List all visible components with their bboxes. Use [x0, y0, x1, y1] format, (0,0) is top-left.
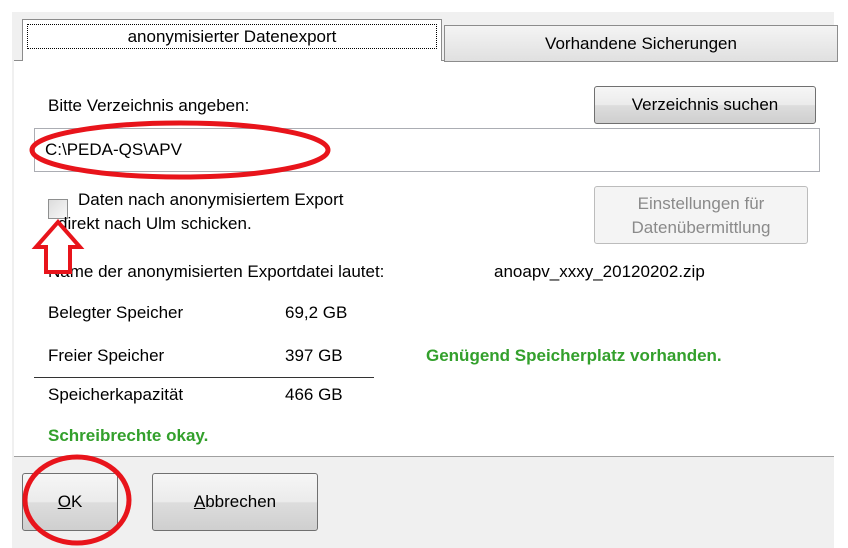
transfer-settings-button-line2: Datenübermittlung: [631, 218, 771, 237]
capacity-value: 466 GB: [285, 385, 343, 404]
free-storage-label: Freier Speicher: [48, 346, 165, 365]
write-permission-status: Schreibrechte okay.: [48, 426, 209, 445]
storage-divider: [34, 377, 374, 378]
transfer-settings-button-line1: Einstellungen für: [637, 194, 765, 213]
tab-existing-backups[interactable]: Vorhandene Sicherungen: [444, 25, 838, 62]
send-option-label-line2: direkt nach Ulm schicken.: [58, 214, 252, 233]
free-storage-status: Genügend Speicherplatz vorhanden.: [426, 346, 722, 365]
window-frame-right: [834, 0, 848, 548]
capacity-label: Speicherkapazität: [48, 385, 184, 404]
window-frame-left: [0, 0, 12, 548]
used-storage-value: 69,2 GB: [285, 303, 348, 322]
window-frame-top: [0, 0, 848, 12]
cancel-button-mnemonic: A: [193, 492, 206, 511]
tab-anonymized-export-label: anonymisierter Datenexport: [27, 24, 437, 49]
directory-path-value: C:\PEDA-QS\APV: [45, 140, 182, 159]
tab-existing-backups-label: Vorhandene Sicherungen: [545, 34, 737, 53]
footer-separator: [14, 456, 834, 457]
cancel-button-label: bbrechen: [205, 492, 277, 511]
browse-directory-button-label: Verzeichnis suchen: [631, 95, 779, 114]
ok-button[interactable]: OK: [22, 473, 118, 531]
ok-button-label: K: [70, 492, 83, 511]
export-dialog: anonymisierter Datenexport Vorhandene Si…: [0, 0, 848, 548]
directory-path-input[interactable]: C:\PEDA-QS\APV: [34, 128, 820, 172]
tab-anonymized-export[interactable]: anonymisierter Datenexport: [22, 19, 442, 61]
ok-button-mnemonic: O: [57, 492, 71, 511]
send-option-label-line1: Daten nach anonymisiertem Export: [78, 190, 344, 209]
directory-prompt-label: Bitte Verzeichnis angeben:: [48, 96, 250, 115]
transfer-settings-button[interactable]: Einstellungen für Datenübermittlung: [594, 186, 808, 244]
browse-directory-button[interactable]: Verzeichnis suchen: [594, 86, 816, 124]
free-storage-value: 397 GB: [285, 346, 343, 365]
export-filename-value: anoapv_xxxy_20120202.zip: [494, 262, 705, 281]
export-filename-label: Name der anonymisierten Exportdatei laut…: [48, 262, 385, 281]
cancel-button[interactable]: Abbrechen: [152, 473, 318, 531]
used-storage-label: Belegter Speicher: [48, 303, 184, 322]
